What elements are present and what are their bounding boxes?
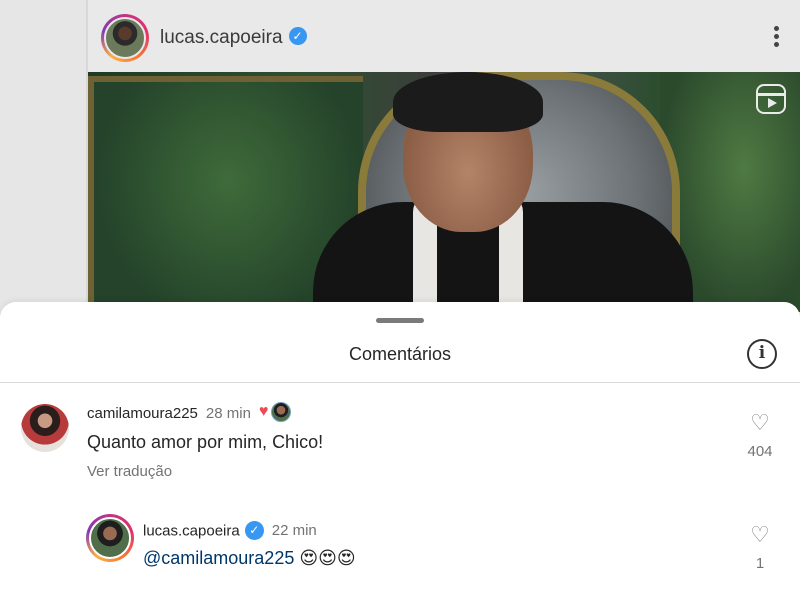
video-person-hair — [393, 72, 543, 132]
info-icon[interactable]: i — [747, 339, 777, 369]
commenter-avatar[interactable] — [21, 404, 69, 452]
reply-meta: lucas.capoeira ✓ 22 min — [143, 521, 317, 541]
post-video[interactable] — [88, 72, 800, 312]
liked-by-author-heart-icon: ♥ — [258, 403, 269, 420]
sheet-divider — [0, 382, 800, 383]
commenter-username[interactable]: camilamoura225 — [87, 405, 198, 422]
reply-author-username[interactable]: lucas.capoeira — [143, 522, 240, 539]
post-author-username[interactable]: lucas.capoeira ✓ — [160, 26, 307, 49]
reply-emojis: 😍😍😍 — [299, 548, 356, 568]
post-username-text[interactable]: lucas.capoeira — [160, 27, 283, 48]
comment-text: Quanto amor por mim, Chico! — [87, 432, 324, 452]
reply-author-avatar[interactable] — [86, 514, 134, 562]
mention-link[interactable]: @camilamoura225 — [143, 548, 294, 568]
like-heart-icon[interactable]: ♡ — [748, 524, 772, 546]
sheet-drag-handle[interactable] — [376, 318, 424, 323]
comment-time: 28 min — [205, 404, 251, 422]
comment-meta: camilamoura225 28 min ♥ — [87, 402, 292, 424]
reply-text: @camilamoura225 😍😍😍 — [143, 548, 356, 569]
verified-badge-icon: ✓ — [288, 26, 307, 45]
verified-badge-icon: ✓ — [244, 521, 264, 540]
reply-time: 22 min — [271, 522, 317, 540]
sheet-title: Comentários — [348, 344, 452, 364]
like-count: 1 — [755, 555, 765, 572]
see-translation-link[interactable]: Ver tradução — [87, 463, 172, 480]
reels-icon — [756, 84, 786, 114]
like-count: 404 — [747, 443, 773, 460]
like-heart-icon[interactable]: ♡ — [748, 412, 772, 434]
comment-like: ♡ 404 — [740, 412, 780, 461]
post-author-avatar[interactable] — [101, 14, 149, 62]
reply-like: ♡ 1 — [740, 524, 780, 573]
post-header: lucas.capoeira ✓ — [88, 0, 800, 72]
author-mini-avatar — [271, 402, 292, 422]
more-vertical-icon[interactable] — [772, 26, 780, 48]
comments-sheet: Comentários i camilamoura225 28 min ♥ Quan… — [0, 302, 800, 593]
